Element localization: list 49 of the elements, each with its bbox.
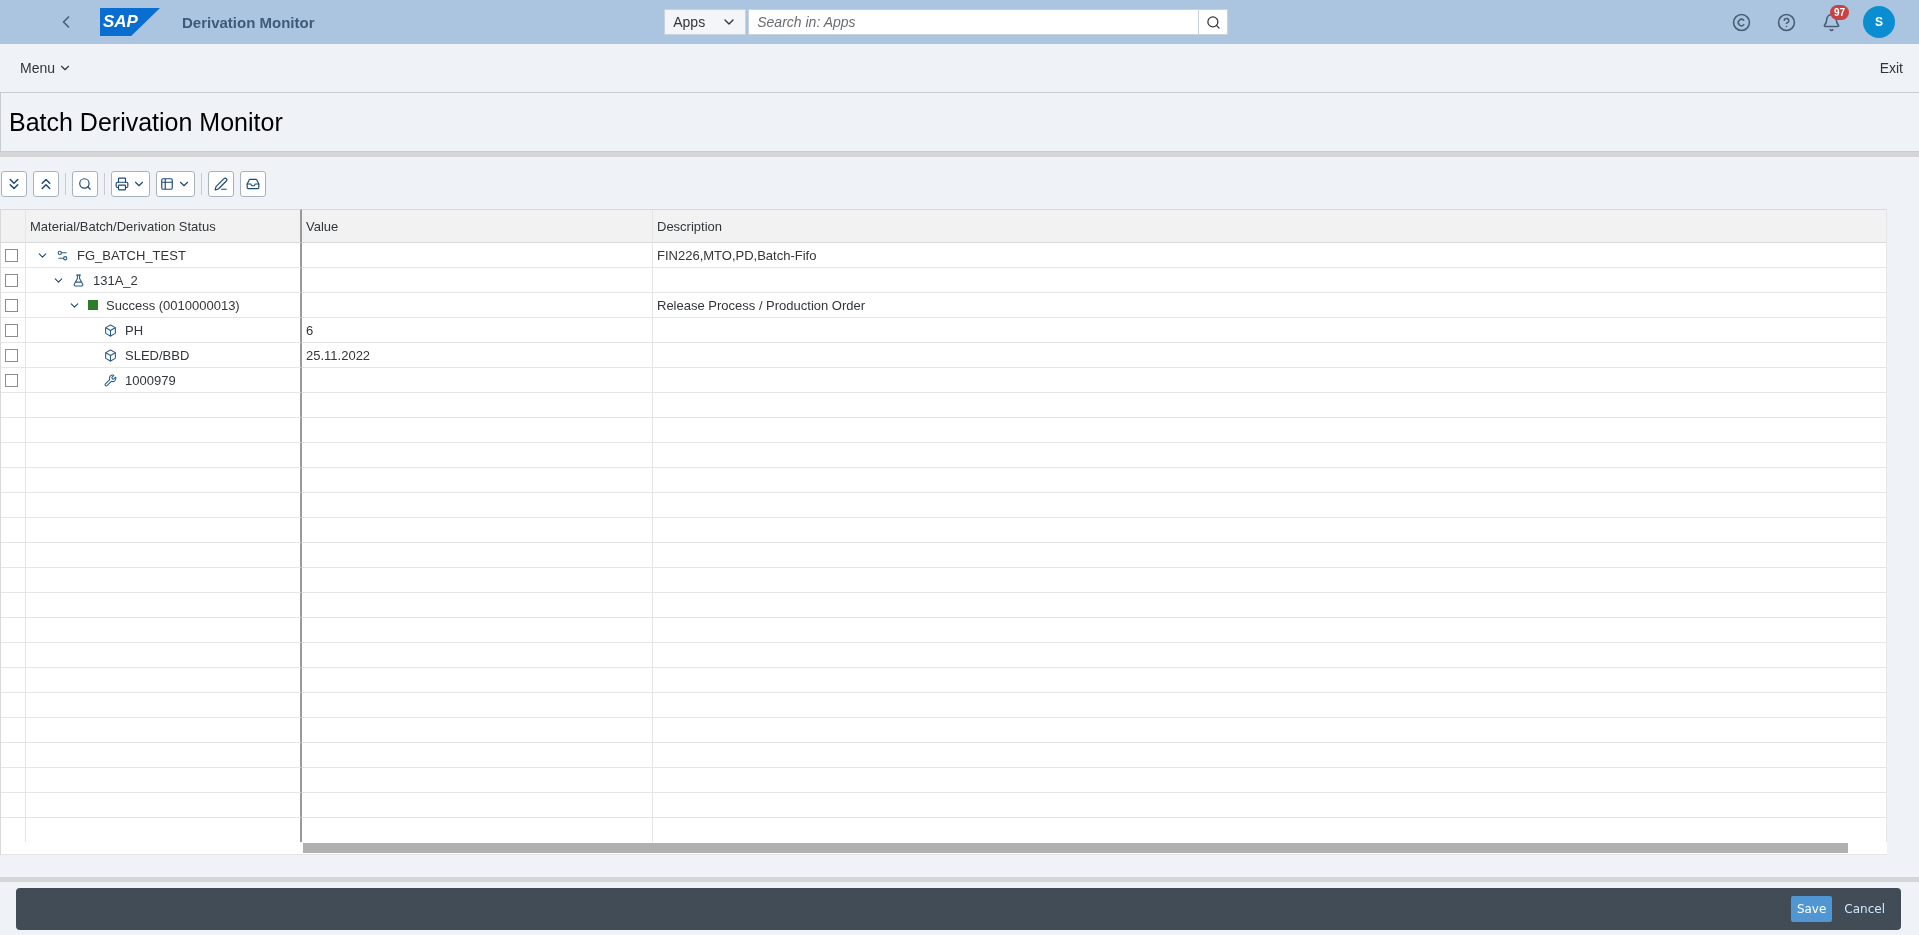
row-checkbox[interactable] <box>5 248 18 262</box>
table-cell: Release Process / Production Order <box>653 293 1887 318</box>
flask-icon <box>72 273 85 287</box>
tree-node-label[interactable]: Success (0010000013) <box>106 297 240 313</box>
tray-button[interactable] <box>240 171 266 197</box>
search-icon <box>78 177 92 191</box>
exit-button[interactable]: Exit <box>1879 60 1903 76</box>
column-header[interactable]: Description <box>653 209 1887 243</box>
expand-all-button[interactable] <box>1 171 27 197</box>
row-checkbox[interactable] <box>5 323 18 337</box>
row-checkbox[interactable] <box>5 373 18 387</box>
tree-node-label[interactable]: 1000979 <box>125 372 176 388</box>
collapse-all-button[interactable] <box>33 171 59 197</box>
tree-node-label[interactable]: PH <box>125 322 144 338</box>
logo: SAP <box>100 8 160 36</box>
cube-icon <box>104 323 117 337</box>
table-cell: 6 <box>302 318 653 343</box>
page-title: Batch Derivation Monitor <box>9 107 283 137</box>
table-cell: FIN226,MTO,PD,Batch-Fifo <box>653 243 1887 268</box>
tree-node-label[interactable]: 131A_2 <box>93 272 138 288</box>
row-checkbox[interactable] <box>5 273 18 287</box>
tree-node-label[interactable]: SLED/BBD <box>125 347 190 363</box>
cube-icon <box>104 348 117 362</box>
find-button[interactable] <box>72 171 98 197</box>
column-header[interactable]: Material/Batch/Derivation Status <box>26 209 302 243</box>
cancel-button[interactable]: Cancel <box>1838 896 1891 922</box>
tree-node-label[interactable]: FG_BATCH_TEST <box>77 247 186 263</box>
tray-icon <box>246 177 260 191</box>
table-cell: 25.11.2022 <box>302 343 653 368</box>
user-avatar[interactable]: S <box>1863 6 1895 38</box>
row-checkbox[interactable] <box>5 348 18 362</box>
search-field[interactable]: Search in: Apps <box>748 9 1199 35</box>
notification-count: 97 <box>1830 4 1850 20</box>
menu-button[interactable]: Menu <box>20 60 73 76</box>
column-header[interactable]: Value <box>302 209 653 243</box>
print-button[interactable] <box>111 171 150 197</box>
horizontal-scrollbar[interactable] <box>303 843 1848 853</box>
edit-button[interactable] <box>208 171 234 197</box>
wrench-icon <box>104 373 117 387</box>
status-square-icon <box>88 300 98 310</box>
search-scope-dropdown[interactable]: Apps <box>664 9 747 35</box>
table-icon <box>160 177 174 191</box>
app-title: Derivation Monitor <box>182 13 315 31</box>
layout-button[interactable] <box>156 171 195 197</box>
pen-icon <box>214 177 228 191</box>
printer-icon <box>115 177 129 191</box>
search-button[interactable] <box>1198 9 1229 35</box>
row-checkbox[interactable] <box>5 298 18 312</box>
search-icon <box>1205 14 1221 30</box>
